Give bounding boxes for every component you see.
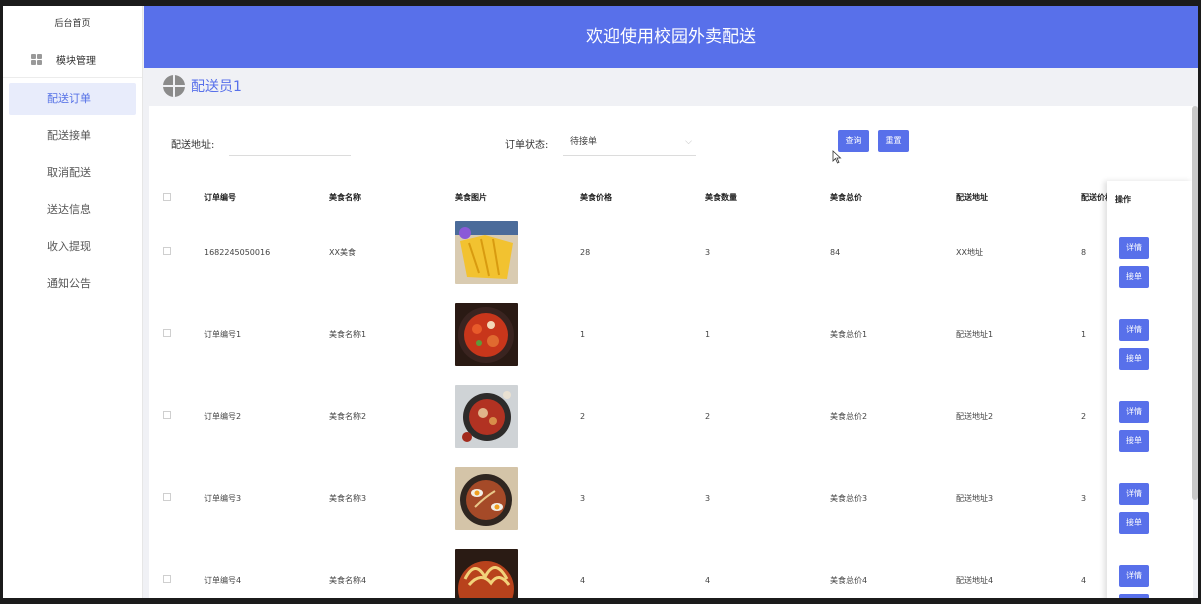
food-total: 美食总价3 <box>830 493 868 503</box>
mouse-cursor-icon <box>832 150 842 164</box>
detail-button[interactable]: 详情 <box>1119 237 1149 259</box>
module-label: 模块管理 <box>56 56 96 67</box>
address-label: 配送地址: <box>171 140 215 151</box>
col-food-price[interactable]: 美食价格 <box>580 184 705 211</box>
food-image-chicken-bowl-dish <box>455 384 518 448</box>
status-select-value: 待接单 <box>570 137 598 147</box>
row-checkbox[interactable] <box>163 329 171 337</box>
table-row: 订单编号1 美食名称1 1 1 美食总价1 配送地址1 1 <box>163 293 1153 375</box>
sidebar-module-header[interactable]: 模块管理 <box>3 42 142 78</box>
order-no: 1682245050016 <box>204 247 271 257</box>
food-image-noodle-egg-dish <box>455 466 518 530</box>
accept-button[interactable]: 接单 <box>1119 512 1149 534</box>
row-checkbox[interactable] <box>163 493 171 501</box>
food-qty: 1 <box>705 329 711 339</box>
row-checkbox[interactable] <box>163 247 171 255</box>
table-row: 订单编号4 美食名称4 4 4 美食总价4 配送地址4 4 <box>163 539 1153 598</box>
food-total: 84 <box>830 247 841 257</box>
address-input[interactable] <box>229 128 351 156</box>
col-operations: 操作 <box>1115 195 1131 204</box>
user-bar: 配送员1 <box>144 68 1198 104</box>
order-no: 订单编号2 <box>204 411 242 421</box>
col-order-no[interactable]: 订单编号 <box>204 184 329 211</box>
detail-button[interactable]: 详情 <box>1119 401 1149 423</box>
order-no: 订单编号1 <box>204 329 242 339</box>
col-food-image: 美食图片 <box>455 193 487 202</box>
food-price: 28 <box>580 247 591 257</box>
reset-button[interactable]: 重置 <box>878 130 909 152</box>
accept-button[interactable]: 接单 <box>1119 266 1149 288</box>
app-window: 后台首页 模块管理 配送订单 配送接单 取消配送 送达信息 收入提现 通知公告 … <box>3 6 1198 598</box>
user-name: 配送员1 <box>191 79 242 95</box>
status-label: 订单状态: <box>505 140 549 151</box>
search-bar: 配送地址: 订单状态: 待接单 ⌵ 查询 重置 <box>149 106 1193 176</box>
food-total: 美食总价4 <box>830 575 868 585</box>
delivery-address: 配送地址2 <box>956 411 994 421</box>
food-image-mango-dish <box>455 220 518 284</box>
food-total: 美食总价2 <box>830 411 868 421</box>
sidebar-home[interactable]: 后台首页 <box>3 6 142 42</box>
food-total: 美食总价1 <box>830 329 868 339</box>
food-image-ramen-dish <box>455 548 518 598</box>
row-checkbox[interactable] <box>163 575 171 583</box>
table-row: 订单编号2 美食名称2 2 2 美食总价2 配送地址2 2 <box>163 375 1153 457</box>
accept-button[interactable]: 接单 <box>1119 430 1149 452</box>
header-title: 欢迎使用校园外卖配送 <box>586 27 756 47</box>
page-header: 欢迎使用校园外卖配送 <box>144 6 1198 68</box>
table-header-row: 订单编号 美食名称 美食图片 美食价格 美食数量 美食总价 配送地址 配送价格 <box>163 184 1153 211</box>
table-row: 1682245050016 XX美食 28 3 84 XX地址 8 <box>163 211 1153 293</box>
food-price: 4 <box>580 575 586 585</box>
delivery-address: XX地址 <box>956 247 983 257</box>
sidebar: 后台首页 模块管理 配送订单 配送接单 取消配送 送达信息 收入提现 通知公告 <box>3 6 143 598</box>
sidebar-item-cancel-delivery[interactable]: 取消配送 <box>9 157 136 189</box>
food-qty: 3 <box>705 247 711 257</box>
food-name: 美食名称3 <box>329 493 367 503</box>
sidebar-item-delivered-info[interactable]: 送达信息 <box>9 194 136 226</box>
food-name: XX美食 <box>329 247 356 257</box>
sidebar-item-delivery-orders[interactable]: 配送订单 <box>9 83 136 115</box>
sidebar-item-announcements[interactable]: 通知公告 <box>9 268 136 300</box>
vertical-scrollbar[interactable] <box>1192 106 1198 500</box>
status-select[interactable]: 待接单 ⌵ <box>563 128 696 156</box>
accept-button[interactable]: 接单 <box>1119 594 1149 598</box>
food-qty: 2 <box>705 411 711 421</box>
food-price: 2 <box>580 411 586 421</box>
food-name: 美食名称4 <box>329 575 367 585</box>
food-image-spicy-pot-dish <box>455 302 518 366</box>
detail-button[interactable]: 详情 <box>1119 565 1149 587</box>
avatar-icon[interactable] <box>163 75 185 97</box>
food-price: 1 <box>580 329 586 339</box>
select-all-checkbox[interactable] <box>163 192 171 201</box>
detail-button[interactable]: 详情 <box>1119 483 1149 505</box>
chevron-down-icon: ⌵ <box>685 137 692 147</box>
order-no: 订单编号3 <box>204 493 242 503</box>
sidebar-item-income-withdraw[interactable]: 收入提现 <box>9 231 136 263</box>
col-food-qty[interactable]: 美食数量 <box>705 184 830 211</box>
delivery-address: 配送地址1 <box>956 329 994 339</box>
main-panel: 配送地址: 订单状态: 待接单 ⌵ 查询 重置 订单编号 美食名称 美食图片 美… <box>149 106 1193 598</box>
order-no: 订单编号4 <box>204 575 242 585</box>
module-grid-icon <box>31 54 42 65</box>
food-price: 3 <box>580 493 586 503</box>
food-name: 美食名称2 <box>329 411 367 421</box>
accept-button[interactable]: 接单 <box>1119 348 1149 370</box>
food-qty: 3 <box>705 493 711 503</box>
operations-column: 操作 详情 接单 详情 接单 详情 接单 详情 接单 详情 接单 <box>1107 181 1193 598</box>
table-row: 订单编号3 美食名称3 3 3 美食总价3 配送地址3 3 <box>163 457 1153 539</box>
col-food-name[interactable]: 美食名称 <box>329 184 455 211</box>
food-qty: 4 <box>705 575 711 585</box>
col-address[interactable]: 配送地址 <box>956 184 1081 211</box>
food-name: 美食名称1 <box>329 329 367 339</box>
query-button[interactable]: 查询 <box>838 130 869 152</box>
delivery-address: 配送地址3 <box>956 493 994 503</box>
row-checkbox[interactable] <box>163 411 171 419</box>
orders-table: 订单编号 美食名称 美食图片 美食价格 美食数量 美食总价 配送地址 配送价格 … <box>163 184 1153 598</box>
col-food-total[interactable]: 美食总价 <box>830 184 956 211</box>
detail-button[interactable]: 详情 <box>1119 319 1149 341</box>
sidebar-item-delivery-accept[interactable]: 配送接单 <box>9 120 136 152</box>
delivery-address: 配送地址4 <box>956 575 994 585</box>
